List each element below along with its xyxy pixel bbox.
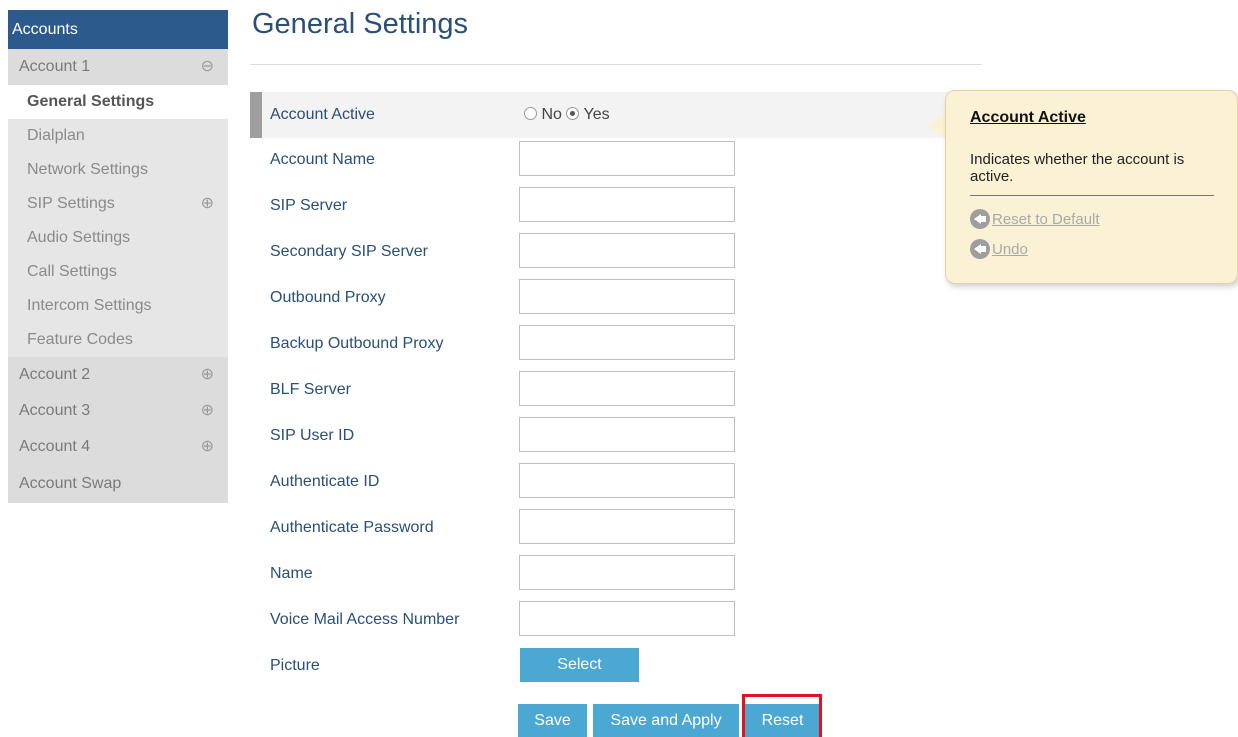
save-and-apply-button[interactable]: Save and Apply	[593, 704, 739, 737]
name-input[interactable]	[519, 555, 735, 590]
field-label: Voice Mail Access Number	[270, 611, 460, 628]
tooltip-description: Indicates whether the account is active.	[970, 151, 1185, 185]
field-row: SIP Server	[250, 183, 950, 229]
sip-user-id-input[interactable]	[519, 417, 735, 452]
secondary-sip-server-input[interactable]	[519, 233, 735, 268]
outbound-proxy-input[interactable]	[519, 279, 735, 314]
sip-server-input[interactable]	[519, 187, 735, 222]
back-arrow-icon	[970, 239, 990, 259]
blf-server-input[interactable]	[519, 371, 735, 406]
sidebar-item-label: Dialplan	[27, 127, 85, 144]
field-label: Authenticate ID	[270, 473, 380, 490]
undo-link[interactable]: Undo	[970, 239, 1028, 259]
sidebar-item-audio-settings[interactable]: Audio Settings	[8, 221, 228, 255]
sidebar-item-label: Call Settings	[27, 263, 117, 280]
voice-mail-access-number-input[interactable]	[519, 601, 735, 636]
page-title: General Settings	[252, 8, 469, 40]
reset-highlight-box	[742, 694, 822, 737]
select-picture-button[interactable]: Select	[520, 648, 639, 682]
field-label: Name	[270, 565, 313, 582]
sidebar-item-intercom-settings[interactable]: Intercom Settings	[8, 289, 228, 323]
sidebar-item-dialplan[interactable]: Dialplan	[8, 119, 228, 153]
field-row: Name	[250, 551, 950, 597]
field-label: Authenticate Password	[270, 519, 434, 536]
field-row: SIP User ID	[250, 413, 950, 459]
undo-label: Undo	[992, 241, 1028, 258]
account-active-row: Account Active No Yes	[250, 92, 950, 138]
field-label: Outbound Proxy	[270, 289, 386, 306]
sidebar-item-label: Feature Codes	[27, 331, 133, 348]
sidebar-account-1-label: Account 1	[19, 58, 91, 75]
sidebar-item-feature-codes[interactable]: Feature Codes	[8, 323, 228, 357]
radio-no-label: No	[541, 106, 562, 123]
help-tooltip: Account Active Indicates whether the acc…	[945, 90, 1238, 284]
field-label: BLF Server	[270, 381, 351, 398]
sidebar-item-label: SIP Settings	[27, 195, 115, 212]
sidebar-item-sip-settings[interactable]: SIP Settings ⊕	[8, 187, 228, 221]
reset-to-default-label: Reset to Default	[992, 211, 1100, 228]
radio-yes[interactable]	[566, 107, 580, 120]
tooltip-arrow	[927, 112, 947, 140]
sidebar-item-label: Intercom Settings	[27, 297, 152, 314]
tooltip-divider	[970, 195, 1214, 196]
backup-outbound-proxy-input[interactable]	[519, 325, 735, 360]
sidebar-account-4[interactable]: Account 4 ⊕	[8, 429, 228, 465]
expand-icon[interactable]: ⊕	[201, 187, 214, 221]
sidebar-item-label: Audio Settings	[27, 229, 131, 246]
radio-no[interactable]	[524, 107, 537, 120]
sidebar-account-1[interactable]: Account 1 ⊖	[8, 49, 228, 85]
authenticate-password-input[interactable]	[519, 509, 735, 544]
sidebar-account-label: Account 3	[19, 402, 91, 419]
sidebar-item-label: Network Settings	[27, 161, 148, 178]
save-button[interactable]: Save	[518, 704, 587, 737]
reset-to-default-link[interactable]: Reset to Default	[970, 209, 1100, 229]
expand-icon[interactable]: ⊕	[201, 357, 214, 393]
field-row: Backup Outbound Proxy	[250, 321, 950, 367]
field-label: SIP Server	[270, 197, 348, 214]
field-label: Account Name	[270, 151, 375, 168]
tooltip-title: Account Active	[970, 109, 1086, 126]
sidebar-account-label: Account 4	[19, 438, 91, 455]
sidebar-item-general-settings[interactable]: General Settings	[8, 85, 228, 119]
field-label: Secondary SIP Server	[270, 243, 429, 260]
sidebar-account-2[interactable]: Account 2 ⊕	[8, 357, 228, 393]
collapse-icon[interactable]: ⊖	[201, 49, 214, 85]
sidebar-account-label: Account 2	[19, 366, 91, 383]
expand-icon[interactable]: ⊕	[201, 429, 214, 465]
field-row: Voice Mail Access Number	[250, 597, 950, 643]
field-label: SIP User ID	[270, 427, 355, 444]
account-active-label: Account Active	[270, 106, 375, 123]
field-row: Account Name	[250, 137, 950, 183]
authenticate-id-input[interactable]	[519, 463, 735, 498]
picture-label: Picture	[270, 657, 320, 674]
sidebar-account-swap[interactable]: Account Swap	[8, 465, 228, 503]
field-row: BLF Server	[250, 367, 950, 413]
title-divider	[250, 64, 982, 65]
field-row: Secondary SIP Server	[250, 229, 950, 275]
sidebar-item-network-settings[interactable]: Network Settings	[8, 153, 228, 187]
sidebar-item-label: General Settings	[27, 93, 155, 110]
account-name-input[interactable]	[519, 141, 735, 176]
field-row: Authenticate Password	[250, 505, 950, 551]
sidebar: Accounts Account 1 ⊖ General Settings Di…	[8, 10, 228, 503]
radio-yes-label: Yes	[583, 106, 610, 123]
field-label: Backup Outbound Proxy	[270, 335, 444, 352]
sidebar-item-call-settings[interactable]: Call Settings	[8, 255, 228, 289]
back-arrow-icon	[970, 209, 990, 229]
expand-icon[interactable]: ⊕	[201, 393, 214, 429]
field-row: Authenticate ID	[250, 459, 950, 505]
sidebar-header[interactable]: Accounts	[8, 10, 228, 49]
account-active-radio-group: No Yes	[524, 92, 610, 138]
sidebar-account-3[interactable]: Account 3 ⊕	[8, 393, 228, 429]
field-row: Outbound Proxy	[250, 275, 950, 321]
